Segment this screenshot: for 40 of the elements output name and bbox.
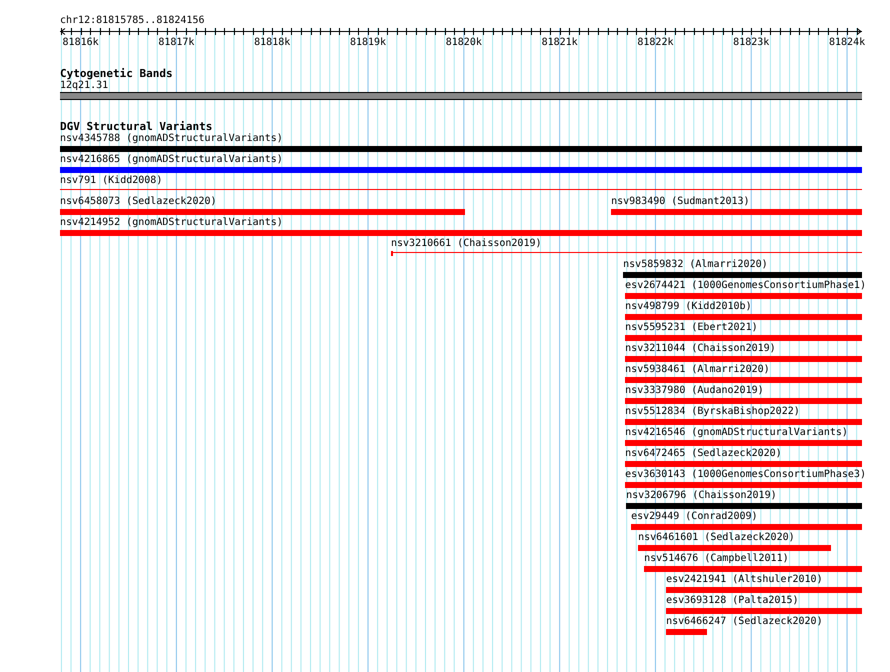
variant-label[interactable]: nsv4345788 (gnomADStructuralVariants): [60, 133, 283, 145]
ruler-label: 81817k: [158, 37, 194, 49]
variant-label[interactable]: nsv4214952 (gnomADStructuralVariants): [60, 217, 283, 229]
variant-label[interactable]: nsv3210661 (Chaisson2019): [391, 238, 542, 250]
variant-label[interactable]: nsv514676 (Campbell2011): [644, 553, 789, 565]
variant-label[interactable]: nsv6458073 (Sedlazeck2020): [60, 196, 217, 208]
variant-label[interactable]: nsv983490 (Sudmant2013): [611, 196, 750, 208]
variant-label[interactable]: esv2421941 (Altshuler2010): [666, 574, 823, 586]
track-title: Cytogenetic Bands: [60, 68, 173, 80]
ruler-label: 81822k: [637, 37, 674, 49]
variant-label[interactable]: nsv3337980 (Audano2019): [625, 385, 764, 397]
band-label: 12q21.31: [60, 80, 108, 92]
variant-label[interactable]: nsv5595231 (Ebert2021): [625, 322, 758, 334]
variant-label[interactable]: nsv5938461 (Almarri2020): [625, 364, 770, 376]
variant-bar[interactable]: [391, 252, 862, 255]
location-label: chr12:81815785..81824156: [60, 15, 204, 27]
variant-label[interactable]: nsv3211044 (Chaisson2019): [625, 343, 776, 355]
variant-label[interactable]: nsv5512834 (ByrskaBishop2022): [625, 406, 800, 418]
track-title: DGV Structural Variants: [60, 121, 212, 133]
variant-label[interactable]: nsv498799 (Kidd2010b): [625, 301, 752, 313]
variant-label[interactable]: esv3693128 (Palta2015): [666, 595, 799, 607]
variant-label[interactable]: esv29449 (Conrad2009): [631, 511, 758, 523]
variant-label[interactable]: nsv6466247 (Sedlazeck2020): [666, 616, 823, 628]
ruler-label: 81821k: [542, 37, 578, 49]
ruler-label: 81819k: [350, 37, 386, 49]
ruler-label: 81824k: [828, 37, 866, 49]
variant-bar[interactable]: [60, 189, 862, 192]
variant-label[interactable]: nsv3206796 (Chaisson2019): [626, 490, 777, 502]
variant-label[interactable]: nsv4216546 (gnomADStructuralVariants): [625, 427, 848, 439]
ruler-label: 81823k: [733, 37, 770, 49]
variant-label[interactable]: nsv791 (Kidd2008): [60, 175, 162, 187]
variant-label[interactable]: esv3630143 (1000GenomesConsortiumPhase3): [625, 469, 866, 481]
variant-label[interactable]: nsv6461601 (Sedlazeck2020): [638, 532, 795, 544]
ruler-label: 81818k: [254, 37, 290, 49]
variant-label[interactable]: esv2674421 (1000GenomesConsortiumPhase1): [625, 280, 866, 292]
variant-label[interactable]: nsv6472465 (Sedlazeck2020): [625, 448, 782, 460]
ruler-label: 81820k: [446, 37, 482, 49]
variant-label[interactable]: nsv4216865 (gnomADStructuralVariants): [60, 154, 283, 166]
ruler-label: 81816k: [62, 37, 99, 49]
variant-label[interactable]: nsv5859832 (Almarri2020): [623, 259, 768, 271]
